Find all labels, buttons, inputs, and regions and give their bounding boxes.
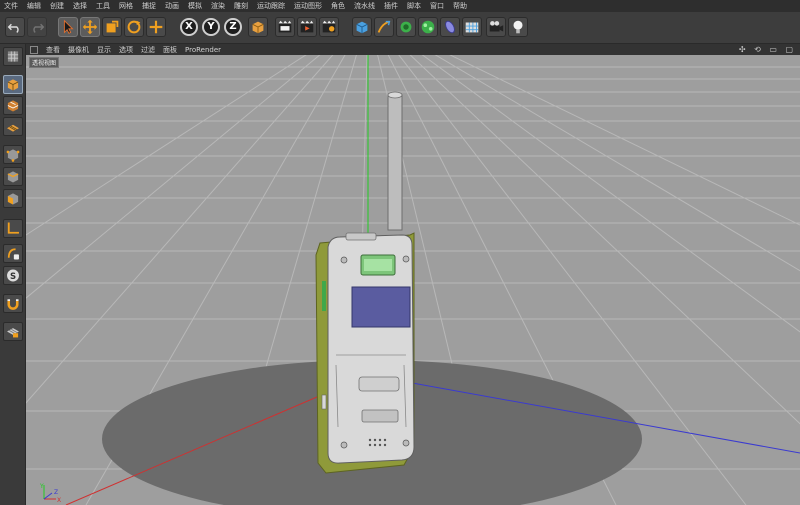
axis-gizmo: Y X Z bbox=[39, 483, 61, 503]
menu-bar: 文件 编辑 创建 选择 工具 网格 捕捉 动画 模拟 渲染 雕刻 运动跟踪 运动… bbox=[0, 0, 800, 12]
coordinate-system-icon[interactable] bbox=[248, 17, 268, 37]
recent-tool-icon[interactable] bbox=[146, 17, 166, 37]
camera-icon[interactable] bbox=[486, 17, 506, 37]
workplane-icon[interactable] bbox=[3, 117, 23, 136]
deformer-icon[interactable] bbox=[440, 17, 460, 37]
main-toolbar: X Y Z bbox=[0, 12, 800, 44]
z-axis-lock-button[interactable]: Z bbox=[224, 18, 242, 36]
subdivision-icon[interactable] bbox=[396, 17, 416, 37]
viewport-menu-cameras[interactable]: 摄像机 bbox=[68, 45, 89, 55]
perspective-viewport[interactable]: 透视视图 Y X Z bbox=[26, 55, 800, 505]
menu-mesh[interactable]: 网格 bbox=[119, 1, 133, 11]
menu-create[interactable]: 创建 bbox=[50, 1, 64, 11]
menu-motion-tracking[interactable]: 运动跟踪 bbox=[257, 1, 285, 11]
edges-mode-icon[interactable] bbox=[3, 167, 23, 186]
model-mode-icon[interactable] bbox=[3, 75, 23, 94]
magnet-icon[interactable] bbox=[3, 294, 23, 313]
cube-icon[interactable] bbox=[352, 17, 372, 37]
gizmo-y-label: Y bbox=[39, 483, 44, 490]
make-editable-icon[interactable] bbox=[3, 47, 23, 66]
light-icon[interactable] bbox=[508, 17, 528, 37]
menu-sculpt[interactable]: 雕刻 bbox=[234, 1, 248, 11]
menu-render[interactable]: 渲染 bbox=[211, 1, 225, 11]
viewport-menu-bar: 查看 摄像机 显示 选项 过滤 面板 ProRender ✣ ⟲ ▭ ▢ bbox=[26, 44, 800, 55]
array-icon[interactable] bbox=[418, 17, 438, 37]
menu-edit[interactable]: 编辑 bbox=[27, 1, 41, 11]
viewport-label: 透视视图 bbox=[29, 57, 60, 68]
render-settings-icon[interactable] bbox=[319, 17, 339, 37]
rotate-icon[interactable] bbox=[124, 17, 144, 37]
points-mode-icon[interactable] bbox=[3, 145, 23, 164]
select-arrow-icon[interactable] bbox=[58, 17, 78, 37]
tweak-icon[interactable] bbox=[3, 244, 23, 263]
menu-pipeline[interactable]: 流水线 bbox=[354, 1, 375, 11]
menu-script[interactable]: 脚本 bbox=[407, 1, 421, 11]
redo-icon[interactable] bbox=[27, 17, 47, 37]
polygons-mode-icon[interactable] bbox=[3, 189, 23, 208]
render-view-icon[interactable] bbox=[275, 17, 295, 37]
left-palette: S bbox=[0, 44, 26, 505]
pen-icon[interactable] bbox=[374, 17, 394, 37]
menu-tools[interactable]: 工具 bbox=[96, 1, 110, 11]
menu-plugins[interactable]: 插件 bbox=[384, 1, 398, 11]
floor-icon[interactable] bbox=[462, 17, 482, 37]
svg-text:S: S bbox=[10, 272, 16, 282]
menu-simulate[interactable]: 模拟 bbox=[188, 1, 202, 11]
scene-canvas[interactable] bbox=[26, 55, 800, 505]
viewport-menu-display[interactable]: 显示 bbox=[97, 45, 111, 55]
menu-window[interactable]: 窗口 bbox=[430, 1, 444, 11]
x-axis-lock-button[interactable]: X bbox=[180, 18, 198, 36]
snap-icon[interactable]: S bbox=[3, 266, 23, 285]
menu-mograph[interactable]: 运动图形 bbox=[294, 1, 322, 11]
y-axis-lock-button[interactable]: Y bbox=[202, 18, 220, 36]
locked-workplane-icon[interactable] bbox=[3, 322, 23, 341]
viewport-menu-prorender[interactable]: ProRender bbox=[185, 46, 221, 54]
menu-file[interactable]: 文件 bbox=[4, 1, 18, 11]
menu-animate[interactable]: 动画 bbox=[165, 1, 179, 11]
viewport-nav-icons[interactable]: ✣ ⟲ ▭ ▢ bbox=[739, 45, 796, 54]
panel-grip-icon[interactable] bbox=[30, 45, 38, 54]
viewport-menu-panel[interactable]: 面板 bbox=[163, 45, 177, 55]
viewport-menu-filter[interactable]: 过滤 bbox=[141, 45, 155, 55]
menu-select[interactable]: 选择 bbox=[73, 1, 87, 11]
move-icon[interactable] bbox=[80, 17, 100, 37]
undo-icon[interactable] bbox=[5, 17, 25, 37]
menu-character[interactable]: 角色 bbox=[331, 1, 345, 11]
render-picture-icon[interactable] bbox=[297, 17, 317, 37]
viewport-menu-options[interactable]: 选项 bbox=[119, 45, 133, 55]
axis-mode-icon[interactable] bbox=[3, 219, 23, 238]
viewport-menu-view[interactable]: 查看 bbox=[46, 45, 60, 55]
menu-snap[interactable]: 捕捉 bbox=[142, 1, 156, 11]
menu-help[interactable]: 帮助 bbox=[453, 1, 467, 11]
gizmo-z-label: Z bbox=[54, 489, 58, 496]
gizmo-x-label: X bbox=[57, 497, 61, 503]
texture-mode-icon[interactable] bbox=[3, 96, 23, 115]
scale-icon[interactable] bbox=[102, 17, 122, 37]
